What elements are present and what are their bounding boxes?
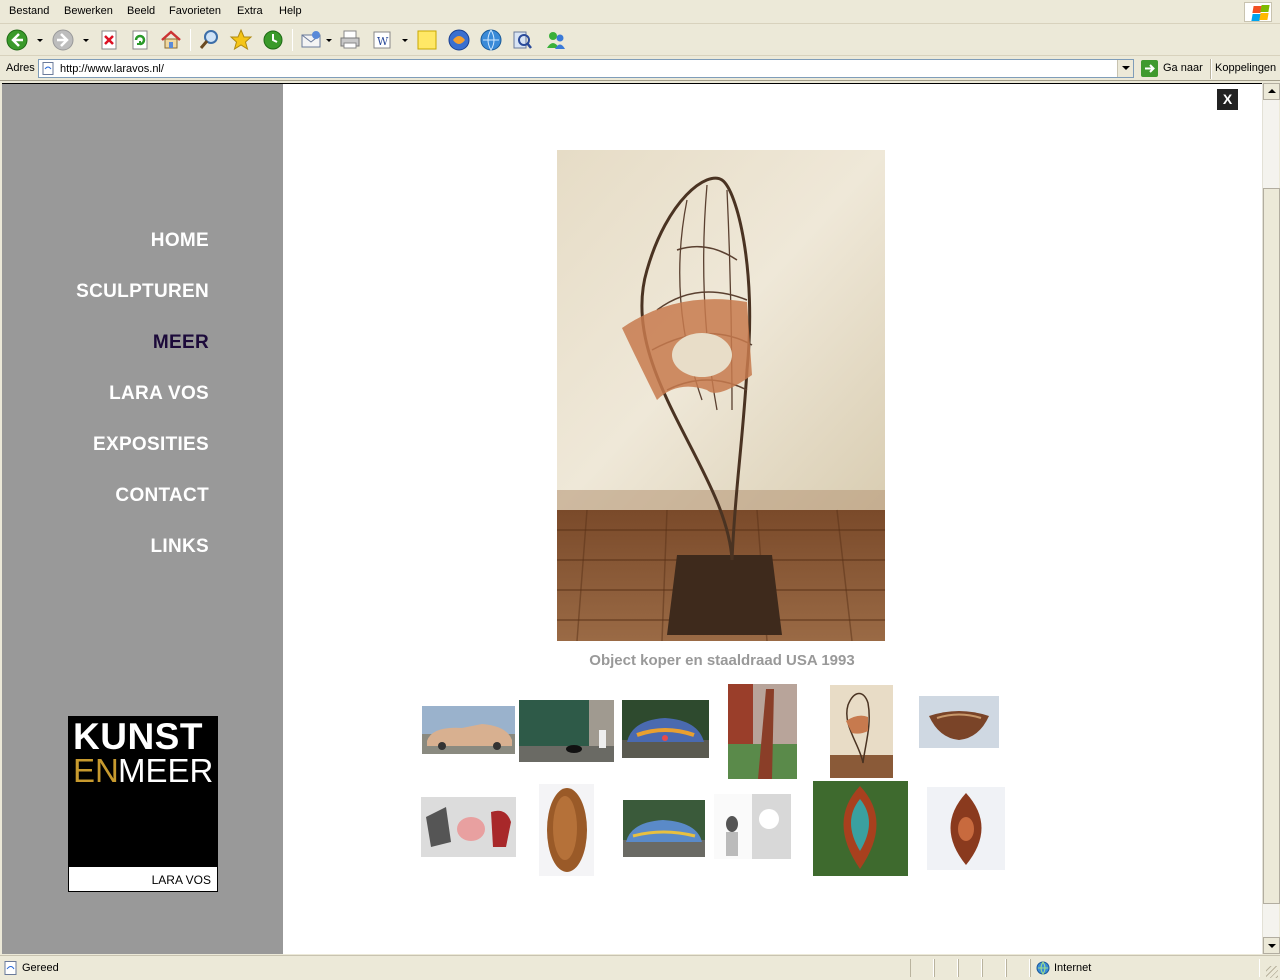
mail-icon[interactable] xyxy=(299,28,323,52)
nav-lara-vos[interactable]: LARA VOS xyxy=(109,383,209,405)
internet-zone-icon xyxy=(1036,961,1050,975)
messenger-buddy-icon[interactable] xyxy=(544,28,568,52)
main-artwork-image xyxy=(557,150,885,641)
edit-icon[interactable]: W xyxy=(370,28,394,52)
menu-bestand[interactable]: Bestand xyxy=(9,5,49,17)
thumbnail-dogs-barn[interactable] xyxy=(519,700,614,762)
nav-home[interactable]: HOME xyxy=(151,230,209,252)
menu-beeld[interactable]: Beeld xyxy=(127,5,155,17)
search-icon[interactable] xyxy=(197,28,221,52)
edit-dropdown-icon[interactable] xyxy=(402,39,408,42)
links-button[interactable]: Koppelingen xyxy=(1215,62,1276,74)
thumbnail-art-car-3[interactable] xyxy=(623,800,705,857)
nav-links[interactable]: LINKS xyxy=(151,536,210,558)
menu-help[interactable]: Help xyxy=(279,5,302,17)
forward-dropdown-icon[interactable] xyxy=(83,39,89,42)
thumbnail-copper-bowl[interactable] xyxy=(919,696,999,748)
thumbnail-art-car-1[interactable] xyxy=(422,706,515,754)
thumbnail-tall-sculpture[interactable] xyxy=(728,684,797,779)
svg-text:W: W xyxy=(377,35,389,48)
scroll-down-icon[interactable] xyxy=(1263,937,1280,954)
thumbnail-art-car-2[interactable] xyxy=(622,700,709,758)
artwork-caption: Object koper en staaldraad USA 1993 xyxy=(589,652,855,669)
print-icon[interactable] xyxy=(338,28,362,52)
address-label: Adres xyxy=(6,62,35,74)
kunst-en-meer-logo[interactable]: KUNST EN MEER LARA VOS xyxy=(68,716,218,892)
toolbar-separator xyxy=(190,29,191,51)
menu-favorieten[interactable]: Favorieten xyxy=(169,5,221,17)
status-text: Gereed xyxy=(22,962,59,974)
page-icon xyxy=(42,62,54,75)
stop-icon[interactable] xyxy=(97,28,121,52)
address-url[interactable]: http://www.laravos.nl/ xyxy=(60,63,164,75)
address-input[interactable]: http://www.laravos.nl/ xyxy=(38,59,1134,78)
status-bar: Gereed Internet xyxy=(0,955,1280,980)
logo-meer: MEER xyxy=(118,752,214,789)
refresh-icon[interactable] xyxy=(128,28,152,52)
status-cell xyxy=(982,959,1006,977)
go-button[interactable]: Ga naar xyxy=(1139,59,1205,78)
browser-window: Bestand Bewerken Beeld Favorieten Extra … xyxy=(0,0,1280,980)
logo-footer: LARA VOS xyxy=(68,866,218,892)
menu-bar: Bestand Bewerken Beeld Favorieten Extra … xyxy=(0,0,1280,24)
nav-meer[interactable]: MEER xyxy=(153,332,209,354)
toolbar: W xyxy=(0,25,1280,56)
scroll-up-icon[interactable] xyxy=(1263,83,1280,100)
thumbnail-leaf-sculpture[interactable] xyxy=(813,781,908,876)
back-icon[interactable] xyxy=(5,28,29,52)
status-cell xyxy=(1006,959,1030,977)
zone-text: Internet xyxy=(1054,962,1092,974)
windows-logo-icon xyxy=(1244,2,1272,22)
links-separator xyxy=(1210,59,1212,79)
address-bar: Adres http://www.laravos.nl/ Ga naar Kop… xyxy=(0,57,1280,81)
thumbnail-wire-object[interactable] xyxy=(830,685,893,778)
nav-contact[interactable]: CONTACT xyxy=(115,485,209,507)
sidebar: HOME SCULPTUREN MEER LARA VOS EXPOSITIES… xyxy=(2,84,283,954)
menu-bewerken[interactable]: Bewerken xyxy=(64,5,113,17)
status-cell xyxy=(958,959,982,977)
scrollbar-thumb[interactable] xyxy=(1263,188,1280,904)
history-icon[interactable] xyxy=(261,28,285,52)
page-status-icon xyxy=(4,961,17,975)
back-dropdown-icon[interactable] xyxy=(37,39,43,42)
mail-dropdown-icon[interactable] xyxy=(326,39,332,42)
globe-icon[interactable] xyxy=(479,28,503,52)
logo-lara-vos: LARA VOS xyxy=(151,873,211,887)
menu-extra[interactable]: Extra xyxy=(237,5,263,17)
go-arrow-icon xyxy=(1141,60,1158,77)
thumbnail-rust-pod[interactable] xyxy=(539,784,594,876)
address-dropdown-icon[interactable] xyxy=(1117,60,1133,77)
research-icon[interactable] xyxy=(510,28,534,52)
forward-icon[interactable] xyxy=(51,28,75,52)
nav-sculpturen[interactable]: SCULPTUREN xyxy=(76,281,209,303)
thumbnail-animal-sculptures[interactable] xyxy=(421,797,516,857)
thumbnail-copper-seed[interactable] xyxy=(927,787,1005,870)
toolbar-separator xyxy=(292,29,293,51)
close-button[interactable]: X xyxy=(1217,89,1238,110)
favorites-icon[interactable] xyxy=(229,28,253,52)
artwork-sculpture-drawing xyxy=(557,150,885,641)
resize-grip-icon[interactable] xyxy=(1266,966,1278,978)
messenger-icon[interactable] xyxy=(447,28,471,52)
logo-en: EN xyxy=(73,752,119,789)
status-cell xyxy=(910,959,934,977)
thumbnail-portrait-bw[interactable] xyxy=(714,794,791,859)
page-viewport: HOME SCULPTUREN MEER LARA VOS EXPOSITIES… xyxy=(2,83,1262,954)
nav-exposities[interactable]: EXPOSITIES xyxy=(93,434,209,456)
status-cell xyxy=(934,959,958,977)
home-icon[interactable] xyxy=(159,28,183,52)
vertical-scrollbar[interactable] xyxy=(1262,83,1280,954)
go-label: Ga naar xyxy=(1163,62,1203,74)
notes-icon[interactable] xyxy=(415,28,439,52)
